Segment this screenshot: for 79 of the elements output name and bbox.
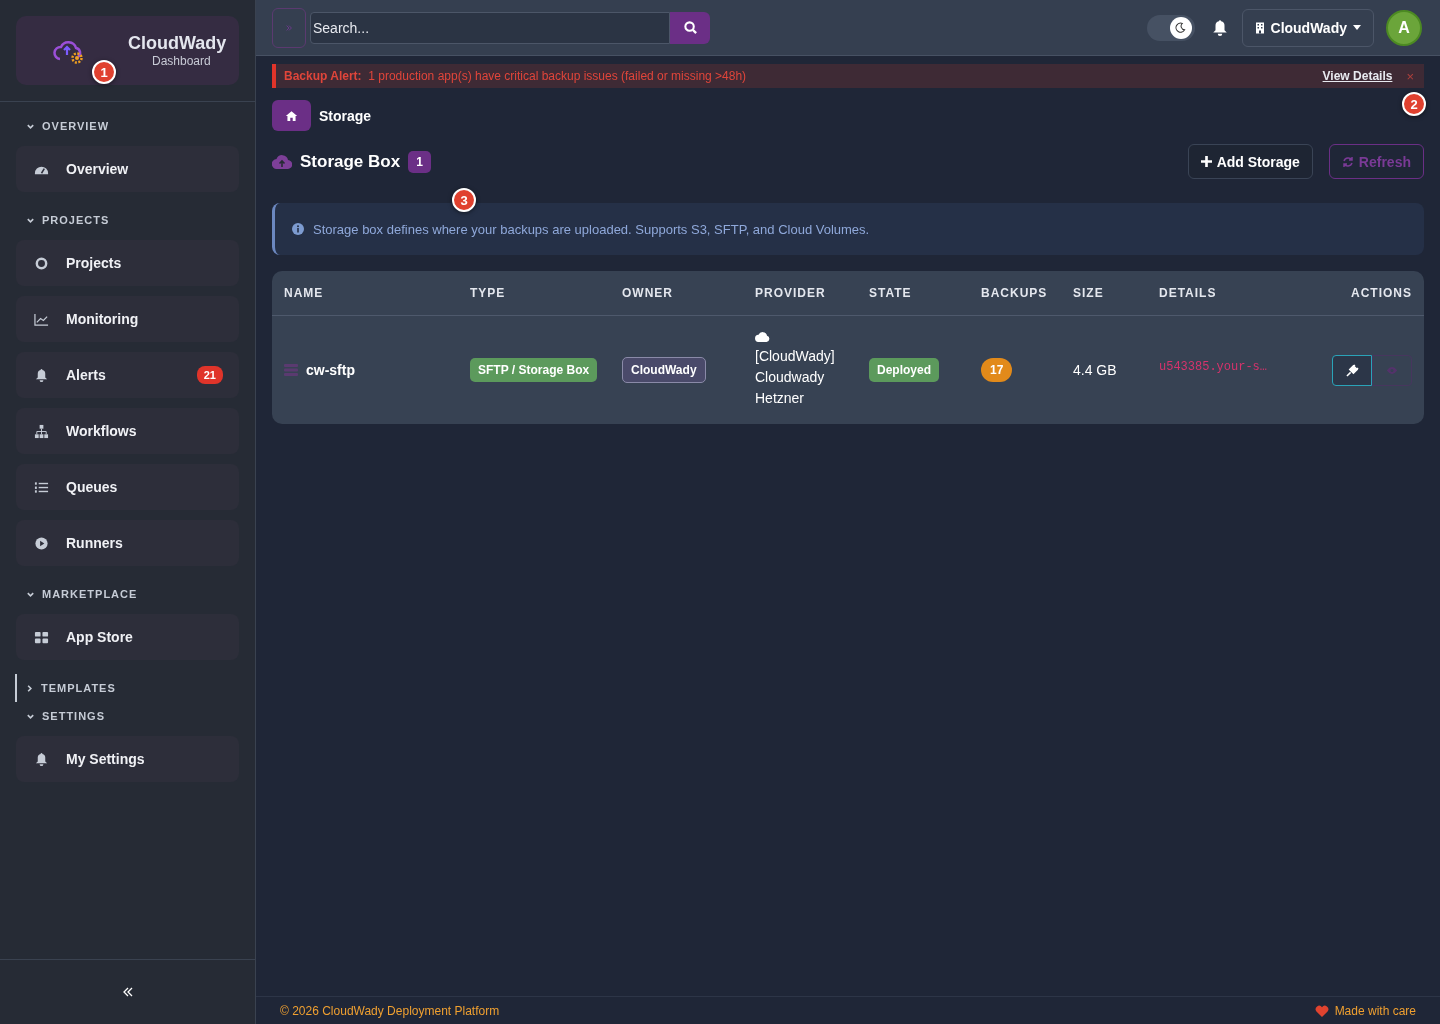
- column-header: NAME: [284, 286, 325, 300]
- sidebar-item[interactable]: Monitoring: [16, 296, 239, 342]
- annotation-marker: 2: [1402, 92, 1426, 116]
- plus-icon: [1200, 156, 1212, 167]
- size-text: 4.4 GB: [1073, 362, 1117, 378]
- chevron-icon: [25, 683, 34, 693]
- add-storage-button[interactable]: Add Storage: [1187, 144, 1313, 179]
- column-header: BACKUPS: [981, 286, 1049, 300]
- search-field[interactable]: Search...: [310, 11, 670, 44]
- column-header: ACTIONS: [1350, 286, 1412, 300]
- sidebar-item[interactable]: Projects: [16, 240, 239, 286]
- search-button[interactable]: [670, 11, 710, 44]
- info-icon: [292, 223, 304, 235]
- moon-icon: [1175, 22, 1186, 33]
- cloud-icon: [755, 331, 770, 342]
- made-with-care-text: Made with care: [1334, 1003, 1416, 1018]
- column-header: TYPE: [470, 286, 507, 300]
- sidebar-item[interactable]: My Settings: [16, 736, 239, 782]
- section-header[interactable]: MARKETPLACE: [0, 580, 255, 608]
- cloud-upload-icon: [272, 154, 292, 169]
- play-icon: [34, 535, 49, 551]
- grid-icon: [34, 629, 49, 645]
- sidebar-item[interactable]: Runners: [16, 520, 239, 566]
- sidebar-item[interactable]: Overview: [16, 146, 239, 192]
- page-title: Storage Box: [300, 151, 401, 172]
- backups-count-badge: 17: [981, 358, 1013, 382]
- brand-name: CloudWady: [128, 33, 227, 54]
- notifications-bell-icon[interactable]: [1210, 18, 1229, 37]
- line-chart-icon: [34, 311, 49, 327]
- home-icon: [285, 109, 298, 122]
- details-text: u543385.your-s…: [1159, 360, 1268, 374]
- hierarchy-icon: [34, 423, 49, 439]
- owner-tag: CloudWady: [622, 357, 706, 383]
- double-chevron-right-icon: [285, 23, 293, 32]
- brand-subtitle: Dashboard: [152, 54, 212, 68]
- section-header[interactable]: OVERVIEW: [0, 112, 255, 140]
- plug-button[interactable]: [1332, 354, 1372, 386]
- info-text: Storage box defines where your backups are uploaded. Supports S3, SFTP, and Cloud Volumes.: [313, 221, 870, 237]
- section-header[interactable]: PROJECTS: [0, 206, 255, 234]
- breadcrumb-current: Storage: [319, 107, 372, 124]
- provider-text: Cloudwady: [755, 367, 825, 387]
- sidebar-item[interactable]: Workflows: [16, 408, 239, 454]
- copyright-text: © 2026 CloudWady Deployment Platform: [280, 1003, 500, 1018]
- count-badge: 1: [408, 150, 431, 173]
- search-icon: [682, 20, 698, 35]
- dark-mode-toggle[interactable]: [1146, 14, 1195, 41]
- sidebar-item[interactable]: Alerts 21: [16, 352, 239, 398]
- provider-text: Hetzner: [755, 388, 805, 408]
- ring-icon: [34, 255, 49, 271]
- alert-message: Backup Alert: 1 production app(s) have critical backup issues (failed or missing >48h): [284, 69, 747, 83]
- heart-icon: [1314, 1004, 1329, 1017]
- plug-icon: [1345, 363, 1359, 377]
- storage-name: cw-sftp: [306, 362, 355, 378]
- server-icon: [284, 364, 298, 376]
- annotation-marker: 3: [452, 188, 476, 212]
- state-tag: Deployed: [869, 358, 939, 382]
- double-chevron-left-icon: [121, 986, 134, 998]
- section-header[interactable]: SETTINGS: [0, 702, 255, 730]
- numbered-list-icon: [34, 479, 49, 495]
- sidebar-item[interactable]: App Store: [16, 614, 239, 660]
- section-header[interactable]: TEMPLATES: [17, 674, 255, 702]
- column-header: DETAILS: [1159, 286, 1218, 300]
- eye-icon: [1386, 365, 1398, 375]
- type-tag: SFTP / Storage Box: [470, 358, 598, 382]
- bell-icon: [34, 367, 49, 383]
- organization-dropdown[interactable]: CloudWady: [1241, 8, 1374, 47]
- caret-icon: [1353, 25, 1361, 30]
- provider-text: [CloudWady]: [755, 346, 835, 366]
- building-icon: [1254, 21, 1265, 34]
- view-details-link[interactable]: View Details: [1322, 69, 1393, 83]
- bell-icon: [34, 751, 49, 767]
- sidebar-item[interactable]: Queues: [16, 464, 239, 510]
- column-header: STATE: [869, 286, 913, 300]
- refresh-icon: [1341, 155, 1354, 168]
- column-header: SIZE: [1073, 286, 1105, 300]
- column-header: OWNER: [622, 286, 674, 300]
- home-button[interactable]: [272, 100, 311, 131]
- column-header: PROVIDER: [755, 286, 827, 300]
- alert-count-badge: 21: [196, 366, 223, 384]
